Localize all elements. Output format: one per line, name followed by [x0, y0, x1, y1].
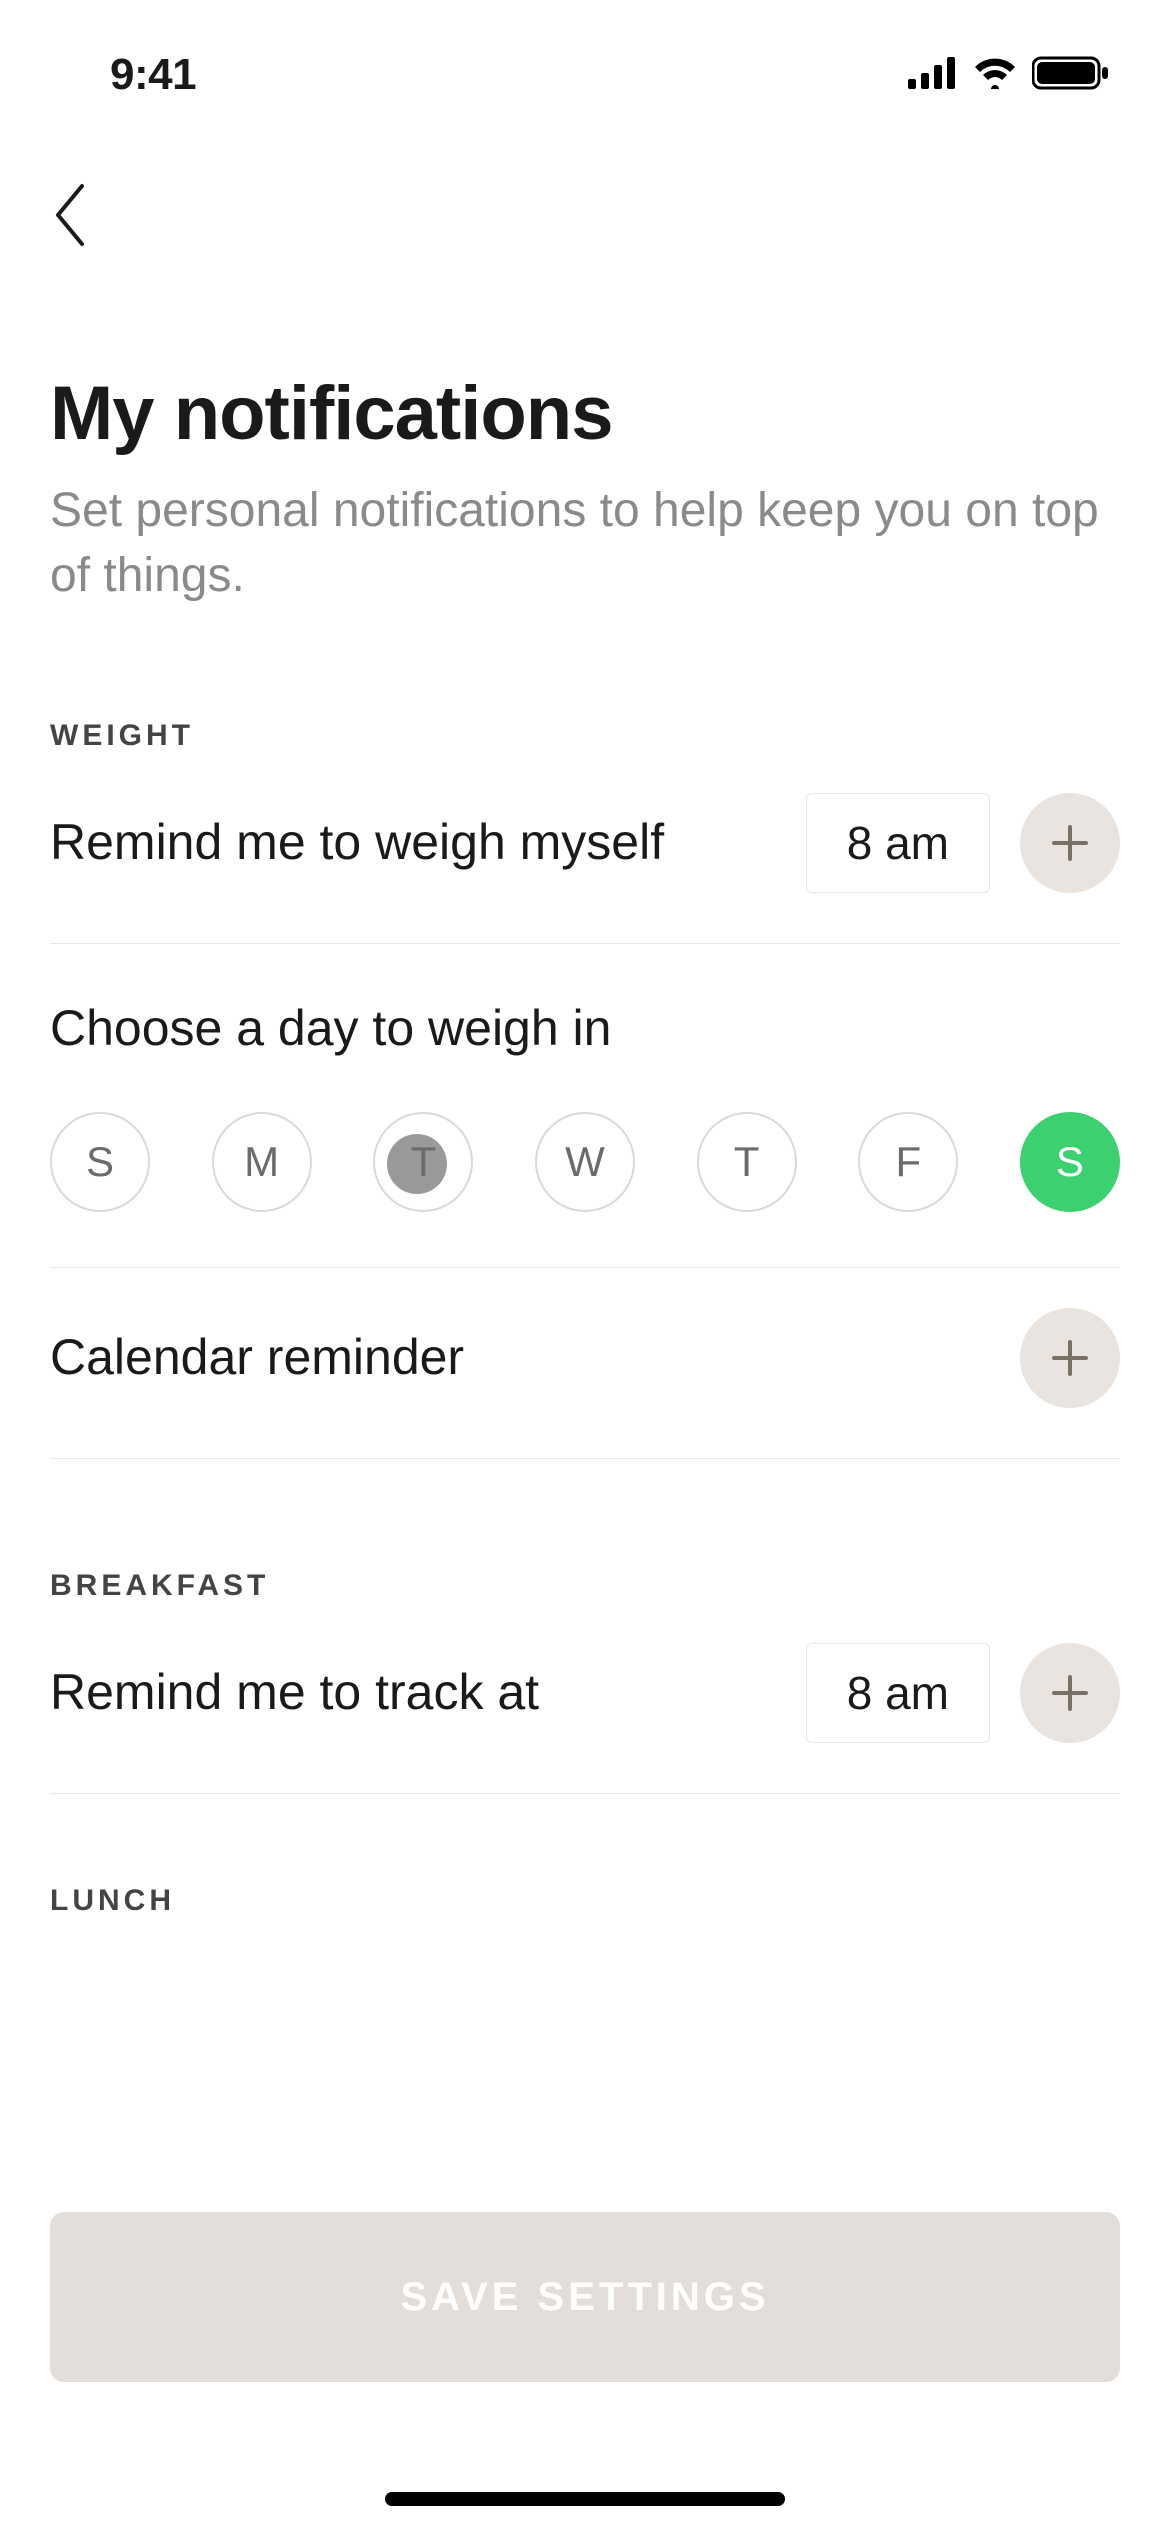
home-indicator [385, 2492, 785, 2506]
weigh-day-row: S M T W T F S [50, 1112, 1120, 1212]
section-label-weight: WEIGHT [50, 719, 1120, 753]
calendar-reminder-row: Calendar reminder [50, 1268, 1120, 1459]
nav-row [0, 120, 1170, 270]
save-settings-button[interactable]: SAVE SETTINGS [50, 2212, 1120, 2382]
back-button[interactable] [50, 180, 1120, 250]
day-letter: S [1056, 1138, 1084, 1186]
breakfast-track-row: Remind me to track at 8 am [50, 1603, 1120, 1794]
page-title: My notifications [50, 370, 1120, 457]
day-tuesday[interactable]: T [373, 1112, 473, 1212]
breakfast-track-add-button[interactable] [1020, 1643, 1120, 1743]
day-letter: T [734, 1138, 760, 1186]
status-icons [908, 55, 1110, 96]
weigh-day-title: Choose a day to weigh in [50, 999, 1120, 1057]
weight-remind-time[interactable]: 8 am [806, 793, 990, 893]
calendar-reminder-label: Calendar reminder [50, 1325, 990, 1390]
status-time: 9:41 [60, 50, 196, 100]
day-letter: S [86, 1138, 114, 1186]
weight-remind-add-button[interactable] [1020, 793, 1120, 893]
section-label-breakfast: BREAKFAST [50, 1569, 1120, 1603]
plus-icon [1048, 821, 1092, 865]
breakfast-track-time[interactable]: 8 am [806, 1643, 990, 1743]
wifi-icon [972, 57, 1018, 94]
weight-remind-label: Remind me to weigh myself [50, 810, 776, 875]
weigh-day-block: Choose a day to weigh in S M T W T F S [50, 944, 1120, 1268]
header: My notifications Set personal notificati… [0, 270, 1170, 609]
day-letter: W [565, 1138, 605, 1186]
day-letter: M [244, 1138, 279, 1186]
day-letter: F [895, 1138, 921, 1186]
day-friday[interactable]: F [858, 1112, 958, 1212]
day-thursday[interactable]: T [697, 1112, 797, 1212]
calendar-reminder-add-button[interactable] [1020, 1308, 1120, 1408]
day-letter: T [410, 1138, 436, 1186]
status-bar: 9:41 [0, 0, 1170, 120]
page-subtitle: Set personal notifications to help keep … [50, 479, 1120, 609]
cellular-signal-icon [908, 57, 958, 94]
section-label-lunch: LUNCH [50, 1884, 1120, 1918]
day-wednesday[interactable]: W [535, 1112, 635, 1212]
plus-icon [1048, 1336, 1092, 1380]
breakfast-track-label: Remind me to track at [50, 1660, 776, 1725]
battery-icon [1032, 55, 1110, 96]
day-saturday[interactable]: S [1020, 1112, 1120, 1212]
save-bar: SAVE SETTINGS [50, 2212, 1120, 2382]
day-sunday[interactable]: S [50, 1112, 150, 1212]
weight-remind-row: Remind me to weigh myself 8 am [50, 753, 1120, 944]
plus-icon [1048, 1671, 1092, 1715]
day-monday[interactable]: M [212, 1112, 312, 1212]
